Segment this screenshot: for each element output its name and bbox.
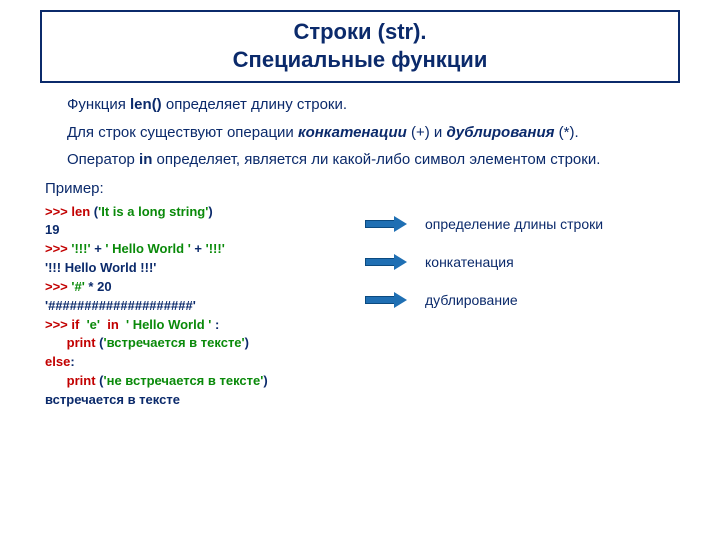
- annotation-row-1: определение длины строки: [365, 205, 700, 243]
- code-line-5: >>> '#' * 20: [45, 278, 345, 297]
- code-line-8: print ('встречается в тексте'): [45, 334, 345, 353]
- code-line-6: '####################': [45, 297, 345, 316]
- code-line-2: 19: [45, 221, 345, 240]
- slide-title: Строки (str). Специальные функции: [42, 18, 678, 73]
- slide-title-box: Строки (str). Специальные функции: [40, 10, 680, 83]
- annotation-row-2: конкатенация: [365, 243, 700, 281]
- paragraph-in: Оператор in определяет, является ли како…: [45, 150, 700, 170]
- arrow-icon: [365, 293, 407, 307]
- example-columns: >>> len ('It is a long string') 19 >>> '…: [45, 203, 700, 410]
- paragraph-concat-dup: Для строк существуют операции конкатенац…: [45, 123, 700, 143]
- arrow-icon: [365, 217, 407, 231]
- example-label: Пример:: [45, 180, 700, 197]
- code-line-7: >>> if 'e' in ' Hello World ' :: [45, 316, 345, 335]
- title-line-2: Специальные функции: [233, 47, 488, 72]
- annotation-text: конкатенация: [425, 254, 514, 270]
- code-line-3: >>> '!!!' + ' Hello World ' + '!!!': [45, 240, 345, 259]
- title-line-1: Строки (str).: [293, 19, 426, 44]
- arrow-icon: [365, 255, 407, 269]
- code-line-10: print ('не встречается в тексте'): [45, 372, 345, 391]
- code-line-4: '!!! Hello World !!!': [45, 259, 345, 278]
- code-line-11: встречается в тексте: [45, 391, 345, 410]
- annotation-row-3: дублирование: [365, 281, 700, 319]
- annotation-text: определение длины строки: [425, 216, 603, 232]
- annotations: определение длины строки конкатенация ду…: [365, 203, 700, 410]
- code-block: >>> len ('It is a long string') 19 >>> '…: [45, 203, 345, 410]
- code-line-9: else:: [45, 353, 345, 372]
- annotation-text: дублирование: [425, 292, 518, 308]
- code-line-1: >>> len ('It is a long string'): [45, 203, 345, 222]
- paragraph-len: Функция len() определяет длину строки.: [45, 95, 700, 115]
